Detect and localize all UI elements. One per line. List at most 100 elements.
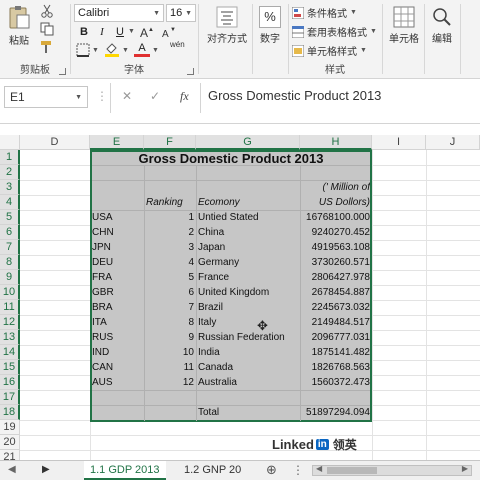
row-header[interactable]: 8	[0, 255, 20, 270]
column-header-g[interactable]: G	[196, 135, 300, 150]
number-format-button[interactable]: % 数字	[256, 6, 284, 45]
gdp-cell[interactable]: 16768100.000	[300, 210, 370, 225]
underline-button[interactable]: U	[112, 24, 128, 40]
country-code-cell[interactable]: ITA	[92, 315, 142, 330]
copy-icon[interactable]	[40, 22, 54, 36]
conditional-format-button[interactable]: 条件格式 ▼	[292, 5, 357, 20]
column-header-e[interactable]: E	[90, 135, 144, 150]
enter-icon[interactable]: ✓	[150, 89, 160, 103]
clipboard-launcher-icon[interactable]	[59, 68, 66, 75]
formula-input[interactable]: Gross Domestic Product 2013	[208, 88, 381, 103]
format-painter-icon[interactable]	[40, 40, 54, 54]
row-header[interactable]: 16	[0, 375, 20, 390]
font-shrink-icon[interactable]: A ▼	[162, 25, 176, 39]
economy-cell[interactable]: Untied Stated	[198, 210, 298, 225]
row-header[interactable]: 17	[0, 390, 20, 405]
scrollbar-thumb[interactable]	[327, 467, 377, 474]
row-header[interactable]: 19	[0, 420, 20, 435]
country-code-cell[interactable]: CHN	[92, 225, 142, 240]
ranking-cell[interactable]: 8	[144, 315, 194, 330]
editing-button[interactable]: 编辑	[426, 6, 458, 45]
gdp-cell[interactable]: 9240270.452	[300, 225, 370, 240]
horizontal-scrollbar[interactable]: ◀ ▶	[312, 464, 472, 476]
ranking-cell[interactable]: 4	[144, 255, 194, 270]
economy-cell[interactable]: Russian Federation	[198, 330, 298, 345]
column-header-f[interactable]: F	[144, 135, 196, 150]
ranking-cell[interactable]: 11	[144, 360, 194, 375]
format-as-table-button[interactable]: 套用表格格式 ▼	[292, 24, 377, 39]
row-header[interactable]: 6	[0, 225, 20, 240]
economy-cell[interactable]: Japan	[198, 240, 298, 255]
gdp-cell[interactable]: 4919563.108	[300, 240, 370, 255]
column-header-h[interactable]: H	[300, 135, 372, 150]
row-header[interactable]: 14	[0, 345, 20, 360]
chevron-down-icon[interactable]: ▼	[122, 47, 129, 54]
column-header-i[interactable]: I	[372, 135, 426, 150]
more-options-icon[interactable]: ⋮	[292, 463, 304, 477]
economy-cell[interactable]: United Kingdom	[198, 285, 298, 300]
ranking-cell[interactable]: 6	[144, 285, 194, 300]
column-header-d[interactable]: D	[20, 135, 90, 150]
border-icon[interactable]	[76, 43, 90, 57]
row-header[interactable]: 3	[0, 180, 20, 195]
country-code-cell[interactable]: CAN	[92, 360, 142, 375]
phonetic-button[interactable]: wén	[170, 40, 185, 49]
ranking-cell[interactable]: 10	[144, 345, 194, 360]
country-code-cell[interactable]: BRA	[92, 300, 142, 315]
row-header[interactable]: 1	[0, 150, 20, 165]
gdp-cell[interactable]: 3730260.571	[300, 255, 370, 270]
row-header[interactable]: 2	[0, 165, 20, 180]
font-name-select[interactable]: Calibri ▼	[74, 4, 164, 22]
worksheet-grid[interactable]: D E F G H I J 1 2 3 4 5 6 7 8 9 10 11 12…	[0, 135, 480, 460]
bold-button[interactable]: B	[76, 24, 92, 40]
ranking-cell[interactable]: 2	[144, 225, 194, 240]
economy-cell[interactable]: Australia	[198, 375, 298, 390]
ranking-cell[interactable]: 9	[144, 330, 194, 345]
row-header[interactable]: 5	[0, 210, 20, 225]
ranking-cell[interactable]: 1	[144, 210, 194, 225]
country-code-cell[interactable]: FRA	[92, 270, 142, 285]
gdp-cell[interactable]: 2149484.517	[300, 315, 370, 330]
row-header[interactable]: 15	[0, 360, 20, 375]
row-header[interactable]: 7	[0, 240, 20, 255]
row-header[interactable]: 21	[0, 450, 20, 460]
gdp-cell[interactable]: 2245673.032	[300, 300, 370, 315]
chevron-down-icon[interactable]: ▼	[92, 47, 99, 54]
row-header[interactable]: 18	[0, 405, 20, 420]
scroll-left-icon[interactable]: ◀	[316, 464, 322, 473]
alignment-button[interactable]: 对齐方式	[204, 6, 250, 45]
ranking-cell[interactable]: 3	[144, 240, 194, 255]
row-header[interactable]: 4	[0, 195, 20, 210]
gdp-cell[interactable]: 2806427.978	[300, 270, 370, 285]
economy-cell[interactable]: France	[198, 270, 298, 285]
row-header[interactable]: 10	[0, 285, 20, 300]
tab-gdp-2013[interactable]: 1.1 GDP 2013	[84, 461, 166, 480]
add-sheet-icon[interactable]: ⊕	[266, 462, 277, 478]
paste-button[interactable]: 粘贴	[4, 4, 34, 47]
row-header[interactable]: 9	[0, 270, 20, 285]
cell-styles-button[interactable]: 单元格样式 ▼	[292, 43, 367, 58]
economy-cell[interactable]: Canada	[198, 360, 298, 375]
country-code-cell[interactable]: IND	[92, 345, 142, 360]
ranking-cell[interactable]: 5	[144, 270, 194, 285]
gdp-cell[interactable]: 2678454.887	[300, 285, 370, 300]
ranking-cell[interactable]: 12	[144, 375, 194, 390]
tab-gnp[interactable]: 1.2 GNP 20	[178, 461, 250, 480]
italic-button[interactable]: I	[94, 24, 110, 40]
row-header[interactable]: 11	[0, 300, 20, 315]
country-code-cell[interactable]: RUS	[92, 330, 142, 345]
cells-button[interactable]: 单元格	[384, 6, 424, 45]
row-header[interactable]: 13	[0, 330, 20, 345]
economy-cell[interactable]: Germany	[198, 255, 298, 270]
insert-function-icon[interactable]: fx	[180, 89, 189, 104]
country-code-cell[interactable]: GBR	[92, 285, 142, 300]
gdp-cell[interactable]: 2096777.031	[300, 330, 370, 345]
cut-icon[interactable]	[40, 4, 54, 18]
country-code-cell[interactable]: USA	[92, 210, 142, 225]
chevron-left-icon[interactable]: ◀	[8, 464, 16, 475]
country-code-cell[interactable]: DEU	[92, 255, 142, 270]
economy-cell[interactable]: Brazil	[198, 300, 298, 315]
chevron-down-icon[interactable]: ▼	[128, 28, 135, 35]
row-header[interactable]: 20	[0, 435, 20, 450]
chevron-down-icon[interactable]: ▼	[152, 47, 159, 54]
